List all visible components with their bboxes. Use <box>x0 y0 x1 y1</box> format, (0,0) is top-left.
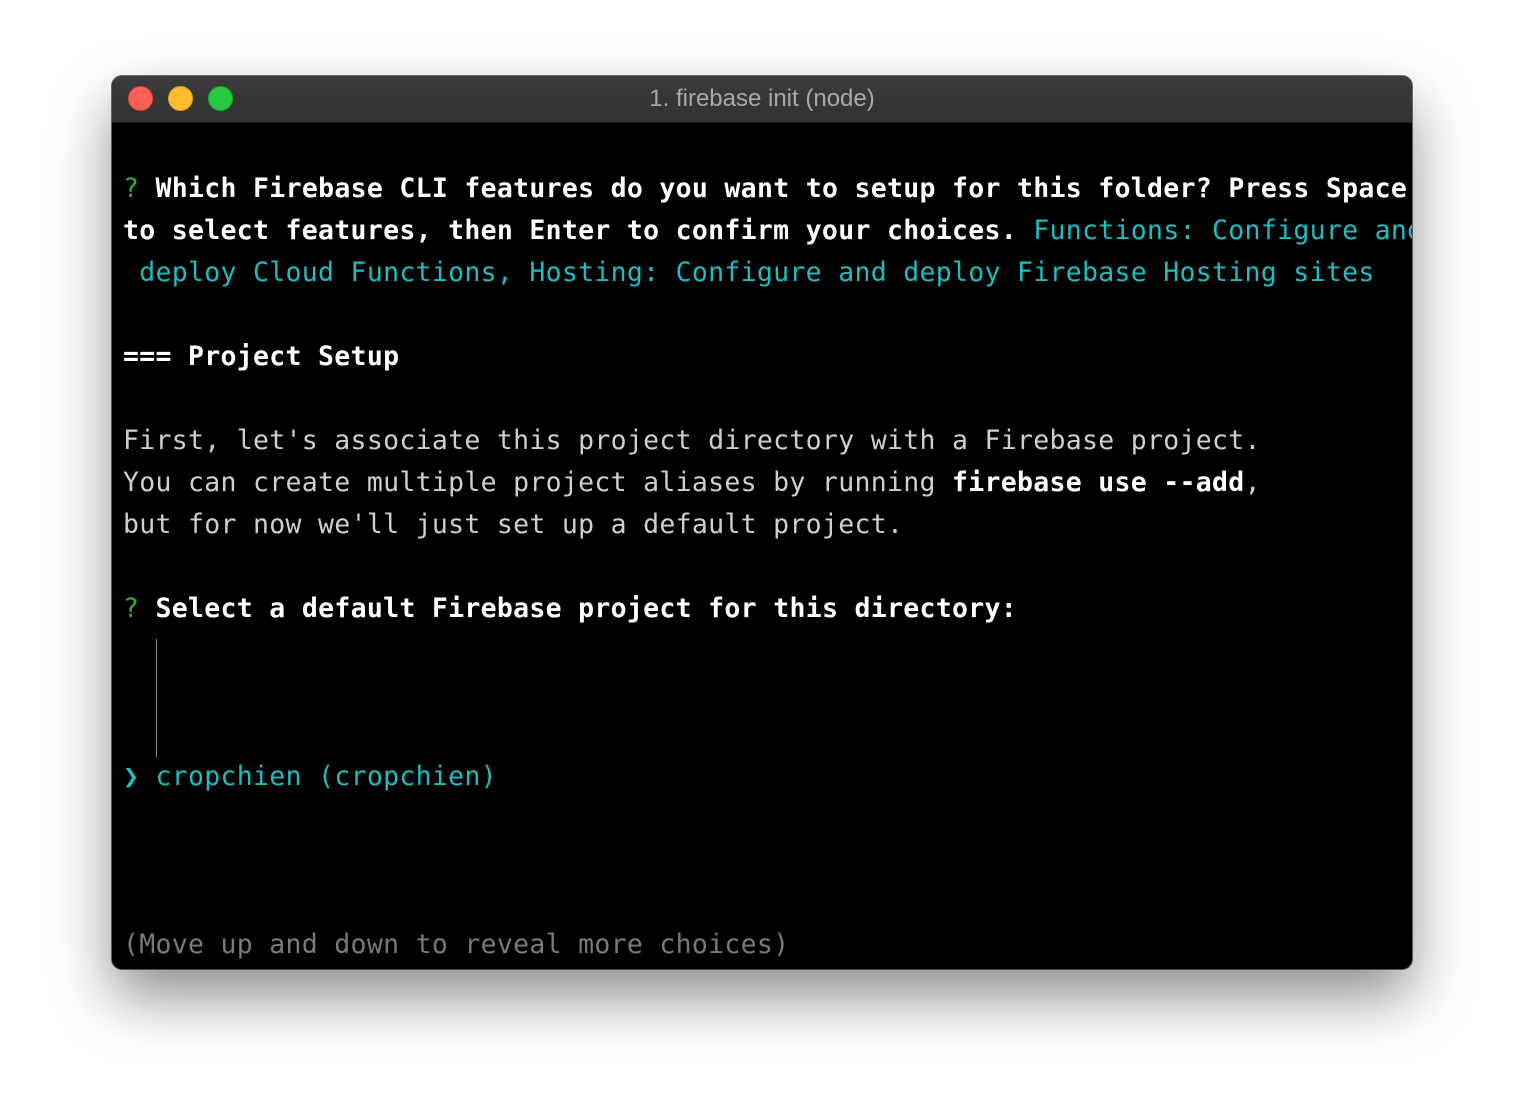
question-features-text-cont: to select features, then Enter to confir… <box>123 215 1017 246</box>
firebase-use-command: firebase use --add <box>951 467 1245 498</box>
info-line-2-text: You can create multiple project aliases … <box>123 467 952 498</box>
window-title: 1. firebase init (node) <box>649 85 875 112</box>
list-scroll-indicator <box>156 639 157 757</box>
question-features-line-1: ? Which Firebase CLI features do you wan… <box>123 168 1407 210</box>
pointer-icon: ❯ <box>123 761 140 792</box>
terminal-window: 1. firebase init (node) ? Which Firebase… <box>112 76 1412 969</box>
section-heading: === Project Setup <box>123 341 400 372</box>
question-features-line-2: to select features, then Enter to confir… <box>123 210 1412 252</box>
title-bar: 1. firebase init (node) <box>112 76 1412 123</box>
features-answer-cont: deploy Cloud Functions, Hosting: Configu… <box>123 257 1375 288</box>
selected-project-choice[interactable]: ❯ cropchien (cropchien) <box>123 756 497 798</box>
choice-label: cropchien (cropchien) <box>155 761 497 792</box>
info-line-2-comma: , <box>1244 467 1261 498</box>
terminal-output[interactable]: ? Which Firebase CLI features do you wan… <box>123 122 1412 969</box>
question-features-text: Which Firebase CLI features do you want … <box>155 173 1408 204</box>
question-project-text: Select a default Firebase project for th… <box>155 593 1018 624</box>
features-answer: Functions: Configure and <box>1017 215 1412 246</box>
navigation-hint: (Move up and down to reveal more choices… <box>123 929 790 960</box>
question-project-line: ? Select a default Firebase project for … <box>123 588 1017 630</box>
question-mark: ? <box>123 173 140 204</box>
info-line-2: You can create multiple project aliases … <box>123 462 1261 504</box>
question-mark: ? <box>123 593 140 624</box>
info-line-1: First, let's associate this project dire… <box>123 425 1261 456</box>
info-line-3: but for now we'll just set up a default … <box>123 509 904 540</box>
